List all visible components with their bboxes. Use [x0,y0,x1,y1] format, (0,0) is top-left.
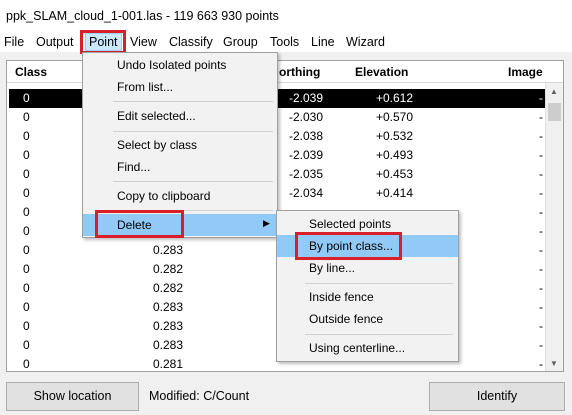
cell-image: - [539,243,543,257]
menu-separator [113,181,273,182]
cell-class: 0 [23,186,30,200]
submenu-item-using-centerline[interactable]: Using centerline... [277,337,458,359]
delete-submenu: Selected points By point class... By lin… [276,210,459,362]
cell-class: 0 [23,205,30,219]
menu-item-undo-isolated[interactable]: Undo Isolated points [83,54,277,76]
scroll-down-icon[interactable]: ▼ [550,359,558,368]
cell-easting: 0.283 [152,319,183,333]
vertical-scrollbar[interactable]: ▲ ▼ [545,83,563,371]
show-location-button[interactable]: Show location [6,382,139,411]
cell-image: - [539,205,543,219]
header-northing[interactable]: orthing [279,65,320,79]
cell-image: - [539,167,543,181]
identify-button[interactable]: Identify [429,382,565,411]
cell-easting: 0.283 [152,338,183,352]
menu-separator [305,283,453,284]
cell-easting: 0.283 [152,300,183,314]
menu-wizard[interactable]: Wizard [346,34,385,50]
cell-image: - [539,148,543,162]
cell-class: 0 [23,110,30,124]
cell-elevation: +0.532 [375,129,413,143]
menu-tools[interactable]: Tools [270,34,299,50]
menu-output[interactable]: Output [36,34,74,50]
submenu-item-outside-fence[interactable]: Outside fence [277,308,458,330]
cell-elevation: +0.453 [375,167,413,181]
point-menu: Undo Isolated points From list... Edit s… [82,52,278,238]
menu-separator [113,210,273,211]
cell-class: 0 [23,167,30,181]
menu-item-copy-clipboard[interactable]: Copy to clipboard [83,185,277,207]
cell-easting: 0.282 [152,262,183,276]
menu-point[interactable]: Point [85,33,122,51]
scroll-thumb[interactable] [548,103,561,121]
cell-class: 0 [23,91,30,105]
cell-image: - [539,110,543,124]
menu-line[interactable]: Line [311,34,335,50]
menu-item-edit-selected[interactable]: Edit selected... [83,105,277,127]
cell-image: - [539,300,543,314]
cell-image: - [539,224,543,238]
menu-classify[interactable]: Classify [169,34,213,50]
cell-image: - [539,91,543,105]
header-image[interactable]: Image [508,65,543,79]
cell-elevation: +0.414 [375,186,413,200]
menu-item-find[interactable]: Find... [83,156,277,178]
cell-class: 0 [23,262,30,276]
cell-elevation: +0.612 [375,91,413,105]
cell-easting: 0.282 [152,281,183,295]
menu-item-delete[interactable]: Delete ▶ [83,214,277,236]
cell-elevation: +0.570 [375,110,413,124]
header-elevation[interactable]: Elevation [355,65,408,79]
cell-elevation: +0.493 [375,148,413,162]
chevron-right-icon: ▶ [263,218,270,228]
cell-class: 0 [23,243,30,257]
status-text: Modified: C/Count [149,389,250,403]
submenu-item-selected-points[interactable]: Selected points [277,213,458,235]
cell-class: 0 [23,357,30,371]
cell-class: 0 [23,281,30,295]
cell-image: - [539,281,543,295]
menu-separator [113,131,273,132]
submenu-item-by-line[interactable]: By line... [277,257,458,279]
window-title: ppk_SLAM_cloud_1-001.las - 119 663 930 p… [6,9,279,23]
cell-image: - [539,357,543,371]
cell-class: 0 [23,338,30,352]
cell-class: 0 [23,129,30,143]
menu-separator [305,334,453,335]
cell-class: 0 [23,148,30,162]
cell-image: - [539,338,543,352]
menu-item-from-list[interactable]: From list... [83,76,277,98]
scroll-up-icon[interactable]: ▲ [550,87,558,96]
title-bar: ppk_SLAM_cloud_1-001.las - 119 663 930 p… [0,0,572,32]
menu-separator [113,101,273,102]
cell-class: 0 [23,224,30,238]
cell-image: - [539,186,543,200]
header-class[interactable]: Class [15,65,47,79]
cell-easting: 0.281 [152,357,183,371]
cell-class: 0 [23,319,30,333]
cell-image: - [539,129,543,143]
cell-image: - [539,319,543,333]
cell-class: 0 [23,300,30,314]
submenu-item-inside-fence[interactable]: Inside fence [277,286,458,308]
submenu-item-by-point-class[interactable]: By point class... [277,235,458,257]
menu-item-select-by-class[interactable]: Select by class [83,134,277,156]
cell-image: - [539,262,543,276]
menu-bar: File Output Point View Classify Group To… [0,32,572,52]
cell-easting: 0.283 [152,243,183,257]
menu-file[interactable]: File [4,34,24,50]
menu-group[interactable]: Group [223,34,258,50]
menu-view[interactable]: View [130,34,157,50]
